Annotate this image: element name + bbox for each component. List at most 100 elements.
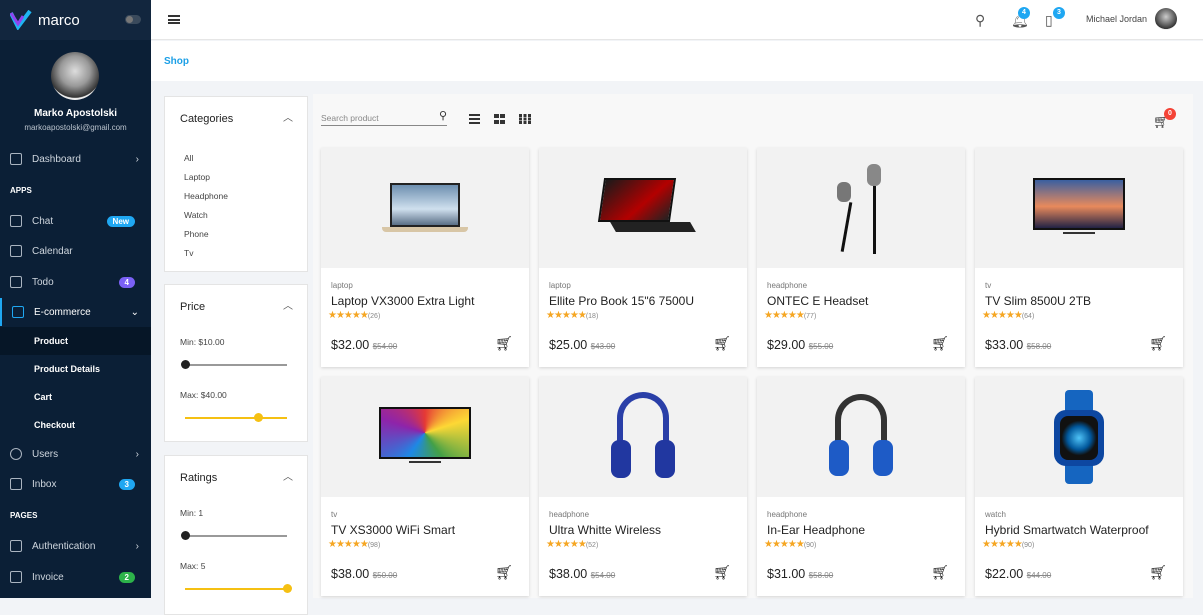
products-panel: Search product ⚲ 🛒︎ 0 laptop Laptop VX300… bbox=[313, 94, 1193, 598]
current-price: $22.00 bbox=[985, 567, 1024, 581]
product-card[interactable]: headphone Ultra Whitte Wireless ★★★★★(52… bbox=[539, 377, 747, 596]
product-title[interactable]: Ultra Whitte Wireless bbox=[549, 523, 661, 537]
price-min-slider[interactable] bbox=[181, 360, 287, 369]
product-image[interactable] bbox=[321, 377, 529, 497]
product-category: laptop bbox=[331, 281, 353, 290]
search-icon[interactable]: ⚲ bbox=[975, 12, 985, 29]
inbox-badge: 3 bbox=[118, 478, 135, 490]
rating-max-slider[interactable] bbox=[185, 584, 292, 593]
chevron-up-icon[interactable]: ︿ bbox=[283, 468, 293, 483]
sidebar-item-users[interactable]: Users › bbox=[0, 440, 151, 468]
slider-handle[interactable] bbox=[181, 360, 190, 369]
add-to-cart-icon[interactable]: 🛒︎ bbox=[1149, 564, 1167, 581]
label: E-commerce bbox=[34, 306, 91, 318]
theme-toggle[interactable] bbox=[125, 15, 141, 24]
review-count: (64) bbox=[1021, 313, 1035, 320]
chevron-down-icon: ⌄ bbox=[130, 306, 139, 318]
review-count: (98) bbox=[367, 542, 381, 549]
sidebar-item-dashboard[interactable]: Dashboard › bbox=[0, 145, 151, 173]
old-price: $50.00 bbox=[372, 571, 398, 580]
category-watch[interactable]: Watch bbox=[184, 210, 208, 220]
product-title[interactable]: Ellite Pro Book 15"6 7500U bbox=[549, 294, 694, 308]
breadcrumb: Shop bbox=[151, 41, 1203, 81]
slider-handle[interactable] bbox=[254, 413, 263, 422]
bookmark-icon[interactable]: ▯ bbox=[1045, 12, 1053, 29]
sidebar-item-authentication[interactable]: Authentication › bbox=[0, 532, 151, 560]
chevron-up-icon[interactable]: ︿ bbox=[283, 297, 293, 312]
current-price: $32.00 bbox=[331, 338, 370, 352]
rating-min-slider[interactable] bbox=[181, 531, 287, 540]
sidebar-item-checkout[interactable]: Checkout bbox=[0, 411, 151, 439]
sidebar-item-todo[interactable]: Todo 4 bbox=[0, 268, 151, 296]
review-count: (18) bbox=[585, 313, 599, 320]
product-card[interactable]: laptop Ellite Pro Book 15"6 7500U ★★★★★(… bbox=[539, 148, 747, 367]
product-card[interactable]: headphone ONTEC E Headset ★★★★★(77) $29.… bbox=[757, 148, 965, 367]
product-title[interactable]: TV Slim 8500U 2TB bbox=[985, 294, 1091, 308]
product-title[interactable]: In-Ear Headphone bbox=[767, 523, 865, 537]
label: Invoice bbox=[32, 571, 64, 583]
price-max-slider[interactable] bbox=[185, 413, 287, 422]
chevron-up-icon[interactable]: ︿ bbox=[283, 109, 293, 124]
category-tv[interactable]: Tv bbox=[184, 248, 193, 258]
sidebar-item-calendar[interactable]: Calendar bbox=[0, 237, 151, 265]
sidebar-item-product[interactable]: Product bbox=[0, 327, 151, 355]
product-card[interactable]: tv TV XS3000 WiFi Smart ★★★★★(98) $38.00… bbox=[321, 377, 529, 596]
product-card[interactable]: tv TV Slim 8500U 2TB ★★★★★(64) $33.00 $5… bbox=[975, 148, 1183, 367]
category-all[interactable]: All bbox=[184, 153, 193, 163]
sidebar-item-cart[interactable]: Cart bbox=[0, 383, 151, 411]
label: Todo bbox=[32, 276, 54, 288]
sidebar-item-product-details[interactable]: Product Details bbox=[0, 355, 151, 383]
chevron-right-icon: › bbox=[135, 448, 139, 460]
user-name[interactable]: Michael Jordan bbox=[1086, 14, 1147, 24]
list-view-icon[interactable] bbox=[469, 114, 480, 124]
product-card[interactable]: watch Hybrid Smartwatch Waterproof ★★★★★… bbox=[975, 377, 1183, 596]
dense-grid-view-icon[interactable] bbox=[519, 114, 531, 124]
category-laptop[interactable]: Laptop bbox=[184, 172, 210, 182]
add-to-cart-icon[interactable]: 🛒︎ bbox=[931, 335, 949, 352]
star-icons: ★★★★★ bbox=[328, 310, 369, 321]
category-phone[interactable]: Phone bbox=[184, 229, 209, 239]
search-input[interactable]: Search product ⚲ bbox=[321, 110, 447, 126]
category-headphone[interactable]: Headphone bbox=[184, 191, 228, 201]
product-image[interactable] bbox=[975, 377, 1183, 497]
old-price: $54.00 bbox=[590, 571, 616, 580]
add-to-cart-icon[interactable]: 🛒︎ bbox=[495, 335, 513, 352]
add-to-cart-icon[interactable]: 🛒︎ bbox=[713, 335, 731, 352]
product-image[interactable] bbox=[539, 377, 747, 497]
mail-icon bbox=[10, 478, 22, 490]
add-to-cart-icon[interactable]: 🛒︎ bbox=[713, 564, 731, 581]
add-to-cart-icon[interactable]: 🛒︎ bbox=[495, 564, 513, 581]
sidebar-item-invoice[interactable]: Invoice 2 bbox=[0, 563, 151, 591]
sidebar-item-inbox[interactable]: Inbox 3 bbox=[0, 470, 151, 498]
product-title[interactable]: Hybrid Smartwatch Waterproof bbox=[985, 523, 1149, 537]
slider-handle[interactable] bbox=[181, 531, 190, 540]
add-to-cart-icon[interactable]: 🛒︎ bbox=[931, 564, 949, 581]
todo-badge: 4 bbox=[118, 276, 135, 288]
product-image[interactable] bbox=[975, 148, 1183, 268]
current-price: $29.00 bbox=[767, 338, 806, 352]
grid-view-icon[interactable] bbox=[494, 114, 505, 124]
product-image[interactable] bbox=[757, 148, 965, 268]
product-title[interactable]: TV XS3000 WiFi Smart bbox=[331, 523, 455, 537]
product-card[interactable]: headphone In-Ear Headphone ★★★★★(90) $31… bbox=[757, 377, 965, 596]
product-image[interactable] bbox=[321, 148, 529, 268]
sidebar-item-chat[interactable]: Chat New bbox=[0, 207, 151, 235]
search-icon[interactable]: ⚲ bbox=[439, 109, 447, 122]
product-card[interactable]: laptop Laptop VX3000 Extra Light ★★★★★(2… bbox=[321, 148, 529, 367]
price-max-label: Max: $40.00 bbox=[180, 390, 227, 400]
menu-icon[interactable] bbox=[168, 15, 180, 24]
user-avatar[interactable] bbox=[1155, 8, 1177, 30]
product-image[interactable] bbox=[757, 377, 965, 497]
current-price: $31.00 bbox=[767, 567, 806, 581]
label: Chat bbox=[32, 215, 54, 227]
product-image[interactable] bbox=[539, 148, 747, 268]
cart-count-badge: 0 bbox=[1164, 108, 1176, 120]
product-title[interactable]: ONTEC E Headset bbox=[767, 294, 868, 308]
product-title[interactable]: Laptop VX3000 Extra Light bbox=[331, 294, 474, 308]
add-to-cart-icon[interactable]: 🛒︎ bbox=[1149, 335, 1167, 352]
product-category: tv bbox=[331, 510, 338, 519]
slider-handle[interactable] bbox=[283, 584, 292, 593]
sidebar-item-ecommerce[interactable]: E-commerce ⌄ bbox=[0, 298, 151, 326]
invoice-icon bbox=[10, 571, 22, 583]
breadcrumb-shop[interactable]: Shop bbox=[164, 56, 189, 67]
